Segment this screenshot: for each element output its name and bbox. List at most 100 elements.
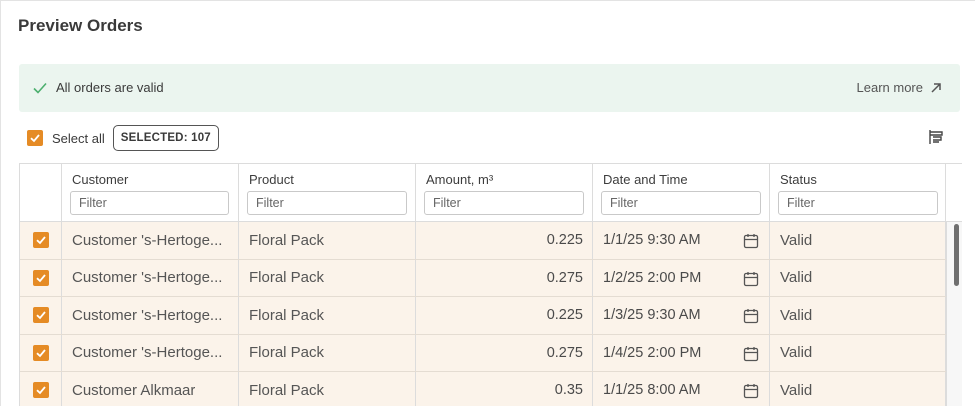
column-tree-icon[interactable] bbox=[927, 128, 945, 146]
row-checkbox-cell bbox=[20, 222, 62, 259]
customer-cell: Customer 's-Hertoge... bbox=[62, 334, 239, 371]
status-cell: Valid bbox=[770, 297, 946, 334]
status-cell: Valid bbox=[770, 222, 946, 259]
external-arrow-icon bbox=[931, 82, 941, 93]
customer-value: Customer 's-Hertoge... bbox=[72, 269, 223, 287]
selection-bar: Select all SELECTED: 107 bbox=[27, 124, 219, 152]
datetime-value: 1/2/25 2:00 PM bbox=[603, 269, 702, 286]
header-customer: Customer bbox=[62, 164, 239, 221]
checkmark-icon bbox=[35, 349, 46, 358]
row-checkbox[interactable] bbox=[32, 269, 49, 286]
column-label-status: Status bbox=[780, 172, 817, 187]
vertical-scrollbar[interactable] bbox=[946, 222, 962, 406]
customer-cell: Customer 's-Hertoge... bbox=[62, 297, 239, 334]
amount-value: 0.225 bbox=[546, 232, 583, 249]
datetime-cell: 1/1/25 9:30 AM bbox=[593, 222, 770, 259]
calendar-icon[interactable] bbox=[742, 232, 760, 250]
column-label-product: Product bbox=[249, 172, 294, 187]
select-all-checkbox[interactable] bbox=[27, 130, 43, 146]
table-row[interactable]: Customer Alkmaar Floral Pack 0.35 1/1/25 8:… bbox=[20, 372, 946, 406]
row-checkbox-cell bbox=[20, 372, 62, 406]
datetime-value: 1/4/25 2:00 PM bbox=[603, 344, 702, 361]
customer-value: Customer 's-Hertoge... bbox=[72, 344, 223, 362]
header-product: Product bbox=[239, 164, 416, 221]
product-cell: Floral Pack bbox=[239, 334, 416, 371]
column-label-customer: Customer bbox=[72, 172, 129, 187]
customer-cell: Customer 's-Hertoge... bbox=[62, 222, 239, 259]
amount-cell: 0.225 bbox=[416, 222, 593, 259]
product-value: Floral Pack bbox=[249, 231, 325, 249]
amount-cell: 0.275 bbox=[416, 259, 593, 296]
selected-count-badge: SELECTED: 107 bbox=[112, 125, 219, 151]
checkmark-icon bbox=[35, 311, 46, 320]
checkmark-icon bbox=[35, 386, 46, 395]
product-cell: Floral Pack bbox=[239, 259, 416, 296]
calendar-icon[interactable] bbox=[742, 307, 760, 325]
amount-cell: 0.225 bbox=[416, 297, 593, 334]
banner-message: All orders are valid bbox=[56, 80, 164, 95]
datetime-cell: 1/1/25 8:00 AM bbox=[593, 372, 770, 406]
scrollbar-thumb[interactable] bbox=[954, 224, 959, 286]
product-cell: Floral Pack bbox=[239, 372, 416, 406]
calendar-icon[interactable] bbox=[742, 345, 760, 363]
status-value: Valid bbox=[780, 381, 813, 399]
datetime-cell: 1/4/25 2:00 PM bbox=[593, 334, 770, 371]
header-status: Status bbox=[770, 164, 946, 221]
customer-value: Customer 's-Hertoge... bbox=[72, 231, 223, 249]
calendar-icon[interactable] bbox=[742, 270, 760, 288]
header-amount: Amount, m³ bbox=[416, 164, 593, 221]
amount-filter-input[interactable] bbox=[424, 191, 584, 215]
orders-table: Customer Product Amount, m³ Date and Tim… bbox=[19, 163, 962, 406]
table-header: Customer Product Amount, m³ Date and Tim… bbox=[20, 164, 962, 222]
customer-value: Customer Alkmaar bbox=[72, 381, 196, 399]
table-row[interactable]: Customer 's-Hertoge... Floral Pack 0.275 1/… bbox=[20, 259, 946, 297]
page-title: Preview Orders bbox=[18, 16, 143, 35]
checkmark-icon bbox=[35, 274, 46, 283]
datetime-value: 1/3/25 9:30 AM bbox=[603, 307, 701, 324]
table-row[interactable]: Customer 's-Hertoge... Floral Pack 0.225 1/… bbox=[20, 297, 946, 335]
product-value: Floral Pack bbox=[249, 306, 325, 324]
calendar-icon[interactable] bbox=[742, 382, 760, 400]
status-cell: Valid bbox=[770, 259, 946, 296]
row-checkbox[interactable] bbox=[32, 382, 49, 399]
status-filter-input[interactable] bbox=[778, 191, 938, 215]
column-label-amount: Amount, m³ bbox=[426, 172, 494, 187]
customer-filter-input[interactable] bbox=[70, 191, 229, 215]
product-value: Floral Pack bbox=[249, 344, 325, 362]
datetime-value: 1/1/25 9:30 AM bbox=[603, 232, 701, 249]
product-cell: Floral Pack bbox=[239, 297, 416, 334]
status-cell: Valid bbox=[770, 334, 946, 371]
status-value: Valid bbox=[780, 269, 813, 287]
amount-value: 0.275 bbox=[546, 344, 583, 361]
select-all-label: Select all bbox=[52, 130, 105, 146]
amount-value: 0.275 bbox=[546, 269, 583, 286]
row-checkbox[interactable] bbox=[32, 232, 49, 249]
status-value: Valid bbox=[780, 231, 813, 249]
table-row[interactable]: Customer 's-Hertoge... Floral Pack 0.275 1/… bbox=[20, 334, 946, 372]
table-body: Customer 's-Hertoge... Floral Pack 0.225 1/… bbox=[20, 222, 946, 406]
status-value: Valid bbox=[780, 344, 813, 362]
status-cell: Valid bbox=[770, 372, 946, 406]
header-datetime: Date and Time bbox=[593, 164, 770, 221]
datetime-cell: 1/2/25 2:00 PM bbox=[593, 259, 770, 296]
learn-more-link[interactable]: Learn more bbox=[857, 80, 943, 95]
table-row[interactable]: Customer 's-Hertoge... Floral Pack 0.225 1/… bbox=[20, 222, 946, 260]
row-checkbox-cell bbox=[20, 334, 62, 371]
row-checkbox-cell bbox=[20, 259, 62, 296]
customer-cell: Customer Alkmaar bbox=[62, 372, 239, 406]
customer-value: Customer 's-Hertoge... bbox=[72, 306, 223, 324]
amount-cell: 0.275 bbox=[416, 334, 593, 371]
row-checkbox[interactable] bbox=[32, 307, 49, 324]
learn-more-label: Learn more bbox=[856, 80, 923, 95]
validation-banner: All orders are valid Learn more bbox=[19, 64, 960, 112]
product-cell: Floral Pack bbox=[239, 222, 416, 259]
status-value: Valid bbox=[780, 306, 813, 324]
product-value: Floral Pack bbox=[249, 381, 325, 399]
datetime-value: 1/1/25 8:00 AM bbox=[603, 382, 701, 399]
check-icon bbox=[33, 82, 47, 94]
datetime-filter-input[interactable] bbox=[601, 191, 761, 215]
customer-cell: Customer 's-Hertoge... bbox=[62, 259, 239, 296]
product-filter-input[interactable] bbox=[247, 191, 407, 215]
header-checkbox-cell bbox=[20, 164, 62, 221]
row-checkbox[interactable] bbox=[32, 344, 49, 361]
